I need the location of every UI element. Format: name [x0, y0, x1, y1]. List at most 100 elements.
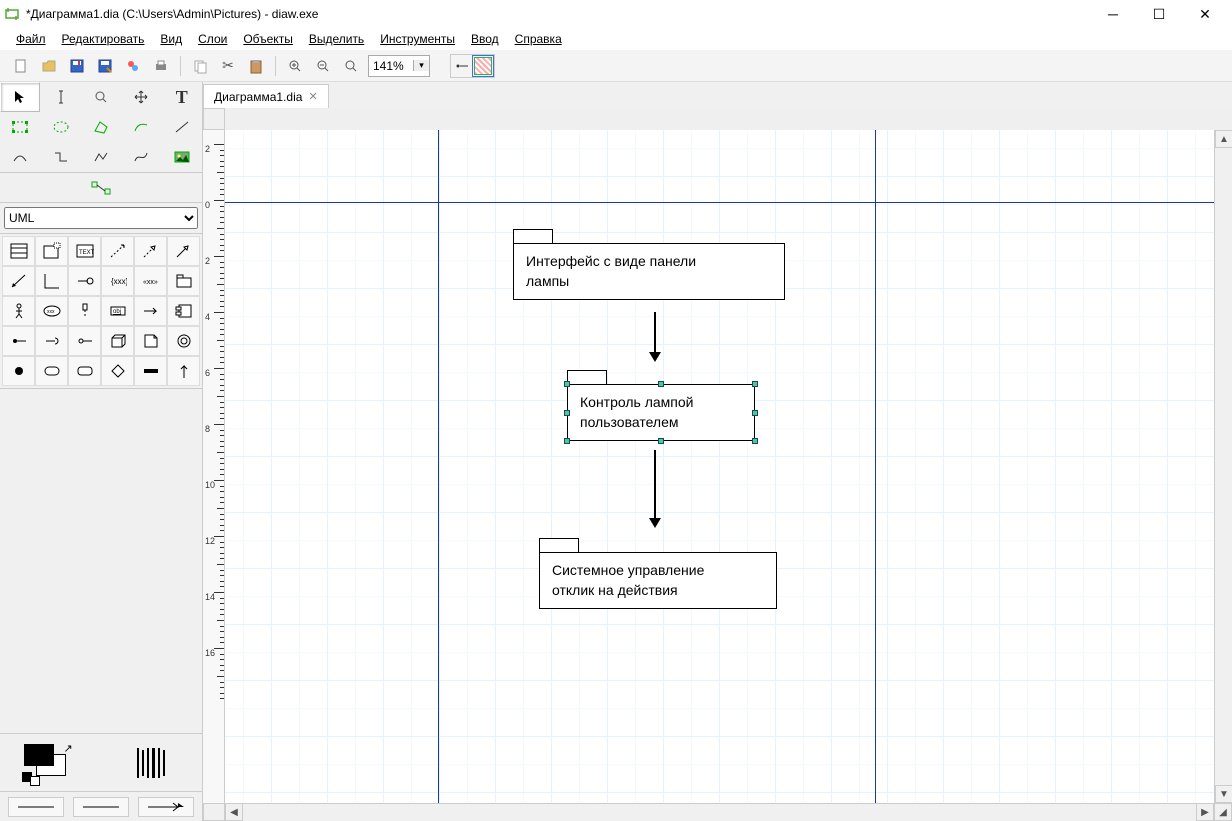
- tool-pointer[interactable]: [0, 82, 40, 112]
- cut-icon[interactable]: ✂: [217, 55, 239, 77]
- menu-tools[interactable]: Инструменты: [374, 30, 461, 48]
- shape-required[interactable]: [2, 326, 35, 356]
- shape-template[interactable]: [35, 236, 68, 266]
- new-icon[interactable]: [10, 55, 32, 77]
- tool-text-cursor[interactable]: [40, 82, 80, 112]
- shape-constraint[interactable]: {xxx}: [101, 266, 134, 296]
- tool-connector[interactable]: [81, 173, 121, 203]
- menu-view[interactable]: Вид: [154, 30, 188, 48]
- color-swatches[interactable]: ↗: [22, 742, 78, 784]
- paste-icon[interactable]: [245, 55, 267, 77]
- zoom-dropdown-icon[interactable]: ▾: [413, 60, 429, 71]
- shape-message[interactable]: [134, 296, 167, 326]
- menu-help[interactable]: Справка: [509, 30, 568, 48]
- menu-file[interactable]: Файл: [10, 30, 52, 48]
- shape-dependency[interactable]: [101, 236, 134, 266]
- minimize-button[interactable]: ─: [1090, 0, 1136, 28]
- print-icon[interactable]: [150, 55, 172, 77]
- shape-assoc[interactable]: [2, 266, 35, 296]
- shape-activity[interactable]: [68, 356, 101, 386]
- tool-polygon[interactable]: [81, 112, 121, 142]
- snap-object-icon[interactable]: [474, 57, 492, 75]
- tab-diagram1[interactable]: Диаграмма1.dia ✕: [203, 84, 329, 108]
- tool-line[interactable]: [162, 112, 202, 142]
- line-end-style[interactable]: [138, 797, 194, 817]
- tool-zigzag[interactable]: [40, 142, 80, 172]
- shape-component[interactable]: [167, 296, 200, 326]
- tool-text[interactable]: T: [162, 82, 202, 112]
- shape-impl[interactable]: [68, 266, 101, 296]
- shape-usecase[interactable]: xxx: [35, 296, 68, 326]
- shape-lifeline[interactable]: [68, 296, 101, 326]
- tool-zoom[interactable]: [81, 82, 121, 112]
- menu-layers[interactable]: Слои: [192, 30, 233, 48]
- shape-initial[interactable]: [2, 356, 35, 386]
- copy-icon[interactable]: [189, 55, 211, 77]
- saveas-icon[interactable]: [94, 55, 116, 77]
- shape-ring[interactable]: [167, 326, 200, 356]
- resize-grip-icon[interactable]: ◢: [1214, 803, 1232, 821]
- line-width-style[interactable]: [73, 797, 129, 817]
- scroll-down-icon[interactable]: ▼: [1215, 785, 1232, 803]
- tool-bezier[interactable]: [121, 112, 161, 142]
- tab-close-icon[interactable]: ✕: [308, 90, 317, 103]
- close-button[interactable]: ✕: [1182, 0, 1228, 28]
- shape-bar[interactable]: [134, 356, 167, 386]
- tool-image[interactable]: [162, 142, 202, 172]
- canvas[interactable]: Интерфейс с виде панели лампы Контроль л…: [225, 130, 1214, 803]
- shape-aggr[interactable]: [35, 266, 68, 296]
- shape-realize[interactable]: [134, 236, 167, 266]
- tool-move[interactable]: [121, 82, 161, 112]
- shapeset-select[interactable]: UML: [4, 207, 198, 229]
- shape-transition[interactable]: [167, 356, 200, 386]
- line-start-style[interactable]: [8, 797, 64, 817]
- document-tabs: Диаграмма1.dia ✕: [203, 82, 1232, 108]
- zoom-input[interactable]: [369, 59, 413, 73]
- shape-stereotype[interactable]: «xx»: [134, 266, 167, 296]
- scroll-right-icon[interactable]: ▶: [1196, 803, 1214, 821]
- save-icon[interactable]: [66, 55, 88, 77]
- tool-arc[interactable]: [0, 142, 40, 172]
- shape-class[interactable]: [2, 236, 35, 266]
- shape-decision[interactable]: [101, 356, 134, 386]
- tool-ellipse[interactable]: [40, 112, 80, 142]
- shape-node[interactable]: [101, 326, 134, 356]
- ruler-corner-bl: [203, 803, 225, 821]
- scroll-up-icon[interactable]: ▲: [1215, 130, 1232, 148]
- shape-port[interactable]: [68, 326, 101, 356]
- menu-objects[interactable]: Объекты: [237, 30, 299, 48]
- menu-edit[interactable]: Редактировать: [56, 30, 151, 48]
- zoom-in-icon[interactable]: [284, 55, 306, 77]
- shape-actor[interactable]: [2, 296, 35, 326]
- zoom-out-icon[interactable]: [312, 55, 334, 77]
- zoom-fit-icon[interactable]: [340, 55, 362, 77]
- arrow-1-2[interactable]: [645, 310, 665, 370]
- menu-input[interactable]: Ввод: [465, 30, 505, 48]
- tool-polyline[interactable]: [81, 142, 121, 172]
- arrow-2-3[interactable]: [645, 448, 665, 536]
- shape-object[interactable]: obj: [101, 296, 134, 326]
- shape-generalize[interactable]: [167, 236, 200, 266]
- uml-package-3[interactable]: Системное управление отклик на действия: [539, 538, 777, 609]
- horizontal-scrollbar[interactable]: [243, 803, 1196, 821]
- svg-text:«xx»: «xx»: [143, 279, 158, 286]
- zoom-combo[interactable]: ▾: [368, 55, 430, 77]
- maximize-button[interactable]: ☐: [1136, 0, 1182, 28]
- shape-smallpkg[interactable]: [167, 266, 200, 296]
- scroll-left-icon[interactable]: ◀: [225, 803, 243, 821]
- menu-select[interactable]: Выделить: [303, 30, 370, 48]
- line-pattern[interactable]: [121, 743, 181, 783]
- uml-package-2[interactable]: Контроль лампой пользователем: [567, 370, 755, 441]
- shape-provided[interactable]: [35, 326, 68, 356]
- tool-curve[interactable]: [121, 142, 161, 172]
- tool-box[interactable]: [0, 112, 40, 142]
- uml-package-1[interactable]: Интерфейс с виде панели лампы: [513, 229, 785, 300]
- shape-note[interactable]: [134, 326, 167, 356]
- snap-grid-icon[interactable]: [453, 57, 471, 75]
- open-icon[interactable]: [38, 55, 60, 77]
- export-icon[interactable]: [122, 55, 144, 77]
- shape-text[interactable]: TEXT: [68, 236, 101, 266]
- vertical-scrollbar[interactable]: ▲ ▼: [1214, 130, 1232, 803]
- shape-state[interactable]: [35, 356, 68, 386]
- vertical-ruler[interactable]: 20246810121416: [203, 130, 225, 803]
